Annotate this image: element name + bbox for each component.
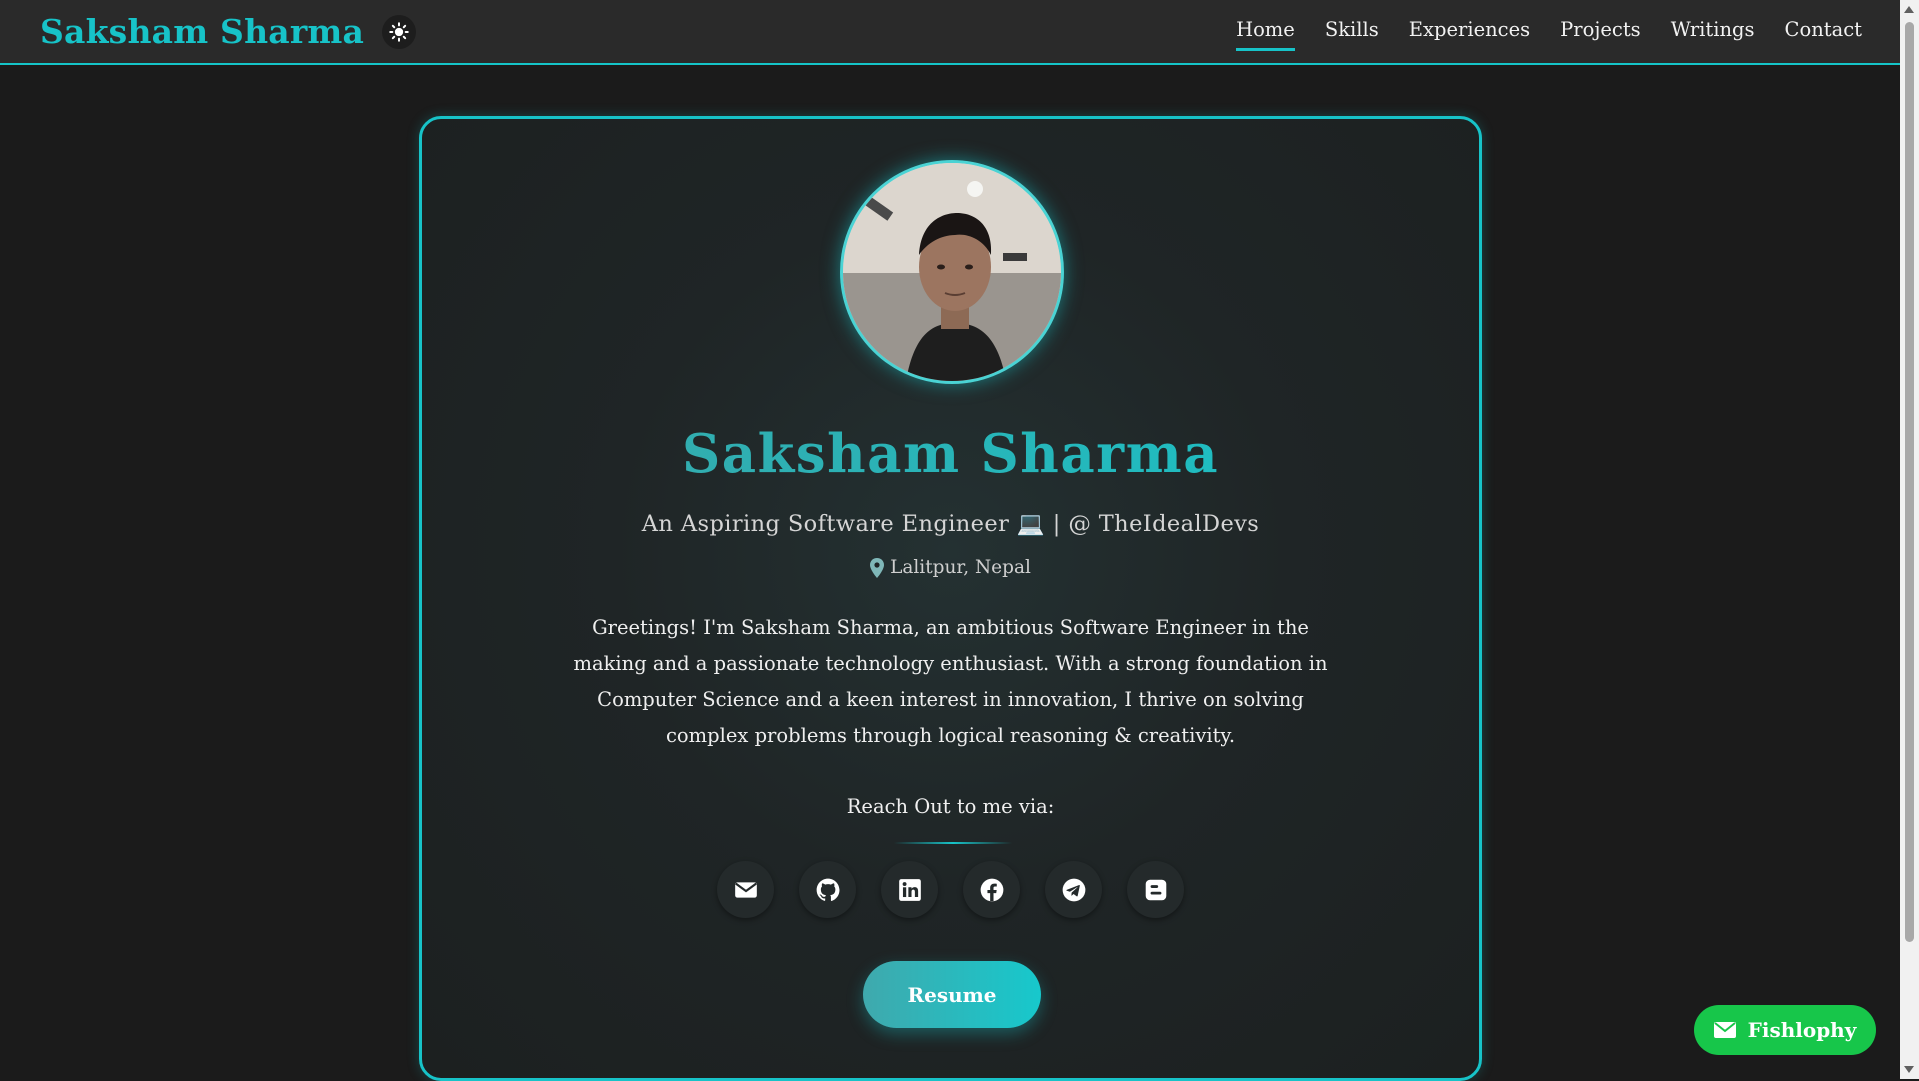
profile-card: Saksham Sharma An Aspiring Software Engi…: [419, 116, 1482, 1081]
linkedin-link[interactable]: [881, 861, 938, 918]
avatar-photo: [843, 163, 1061, 381]
divider: [894, 842, 1012, 844]
scrollbar[interactable]: [1900, 0, 1919, 1079]
nav-skills[interactable]: Skills: [1325, 12, 1379, 51]
nav-projects[interactable]: Projects: [1560, 12, 1641, 51]
avatar: [840, 160, 1064, 384]
sun-icon: [389, 21, 409, 42]
profile-tagline: An Aspiring Software Engineer 💻 | @ TheI…: [641, 511, 1260, 537]
nav-home[interactable]: Home: [1236, 12, 1295, 51]
nav-links: Home Skills Experiences Projects Writing…: [1236, 12, 1862, 51]
email-icon: [734, 881, 757, 898]
nav-experiences[interactable]: Experiences: [1409, 12, 1530, 51]
reach-out-label: Reach Out to me via:: [846, 795, 1055, 818]
social-links: [422, 861, 1479, 918]
location-pin-icon: [870, 557, 885, 578]
floating-mail-button[interactable]: Fishlophy: [1694, 1005, 1876, 1055]
github-link[interactable]: [799, 861, 856, 918]
brand: Saksham Sharma: [40, 12, 417, 51]
floating-button-label: Fishlophy: [1747, 1018, 1857, 1042]
blogger-link[interactable]: [1127, 861, 1184, 918]
resume-button[interactable]: Resume: [863, 961, 1041, 1028]
scroll-up-arrow[interactable]: [1904, 6, 1914, 13]
brand-title[interactable]: Saksham Sharma: [40, 12, 364, 51]
telegram-link[interactable]: [1045, 861, 1102, 918]
profile-location: Lalitpur, Nepal: [422, 557, 1479, 578]
location-text: Lalitpur, Nepal: [890, 557, 1031, 578]
blogger-icon: [1145, 879, 1166, 900]
telegram-icon: [1062, 878, 1085, 901]
nav-contact[interactable]: Contact: [1785, 12, 1862, 51]
theme-toggle-button[interactable]: [382, 14, 417, 49]
mail-icon: [1713, 1022, 1736, 1038]
scroll-down-arrow[interactable]: [1904, 1066, 1914, 1073]
github-icon: [816, 878, 839, 901]
profile-bio: Greetings! I'm Saksham Sharma, an ambiti…: [573, 616, 1328, 747]
navbar: Saksham Sharma Home Skills Experiences P…: [0, 0, 1900, 65]
linkedin-icon: [898, 878, 921, 901]
facebook-link[interactable]: [963, 861, 1020, 918]
email-link[interactable]: [717, 861, 774, 918]
profile-name: Saksham Sharma: [422, 423, 1479, 485]
scroll-thumb[interactable]: [1905, 22, 1914, 942]
nav-writings[interactable]: Writings: [1671, 12, 1755, 51]
facebook-icon: [980, 878, 1003, 901]
